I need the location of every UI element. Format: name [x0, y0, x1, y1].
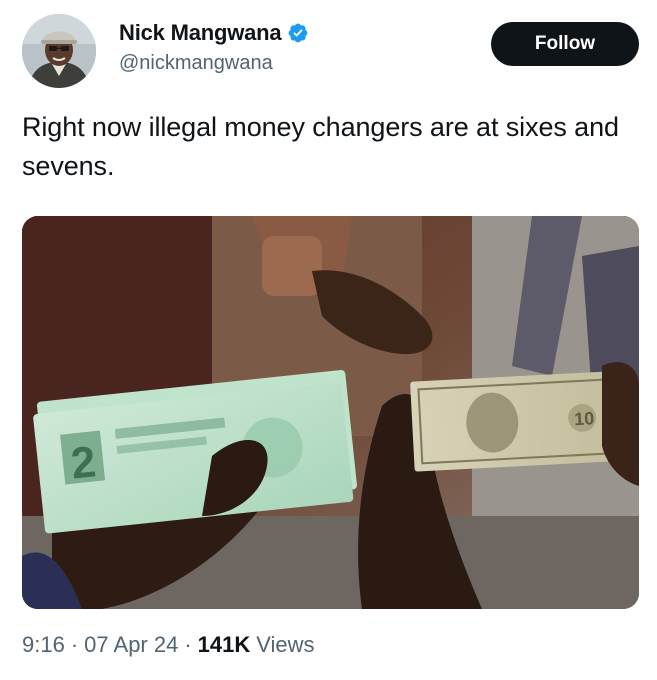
author-handle[interactable]: @nickmangwana: [119, 52, 273, 75]
tweet-metadata: 9:16 · 07 Apr 24 · 141K Views: [22, 632, 315, 658]
meta-separator: ·: [70, 632, 79, 657]
tweet-card: Nick Mangwana @nickmangwana Follow Right…: [0, 0, 657, 680]
tweet-time[interactable]: 9:16: [22, 632, 65, 658]
views-count: 141K: [197, 632, 251, 657]
verified-badge-icon: [287, 22, 309, 44]
views-label: Views: [256, 632, 315, 657]
author-name-row: Nick Mangwana: [119, 20, 309, 46]
svg-text:2: 2: [69, 437, 98, 488]
author-display-name[interactable]: Nick Mangwana: [119, 20, 282, 46]
avatar-image: [22, 14, 96, 88]
tweet-media-photo[interactable]: 2 10: [22, 216, 639, 609]
money-exchange-photo: 2 10: [22, 216, 639, 609]
avatar[interactable]: [22, 14, 96, 88]
tweet-text: Right now illegal money changers are at …: [22, 112, 619, 181]
tweet-date[interactable]: 07 Apr 24: [84, 632, 178, 658]
follow-button[interactable]: Follow: [491, 22, 639, 66]
svg-text:10: 10: [574, 408, 595, 429]
meta-separator-2: ·: [184, 632, 192, 657]
